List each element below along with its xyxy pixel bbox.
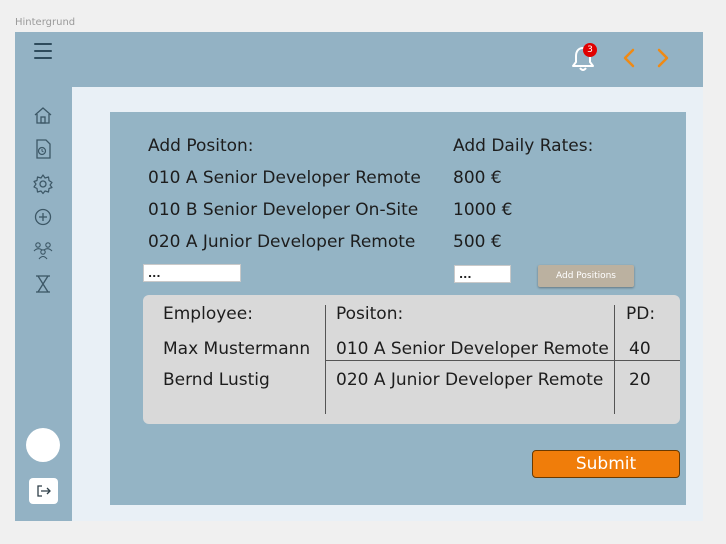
hourglass-icon[interactable] (32, 273, 54, 295)
position-option: 010 B Senior Developer On-Site (148, 200, 419, 220)
settings-icon[interactable] (32, 173, 54, 195)
rate-value: 800 € (453, 168, 502, 188)
add-positions-button[interactable]: Add Positions (538, 265, 634, 287)
position-input[interactable]: ... (143, 264, 241, 282)
header-employee: Employee: (163, 304, 253, 324)
position-option: 010 A Senior Developer Remote (148, 168, 421, 188)
logout-icon[interactable] (29, 478, 58, 504)
back-arrow-icon[interactable] (621, 46, 637, 70)
avatar[interactable] (26, 428, 60, 462)
cell-pd: 40 (629, 339, 651, 359)
top-bar: 3 (15, 32, 703, 87)
forward-arrow-icon[interactable] (655, 46, 671, 70)
position-option: 020 A Junior Developer Remote (148, 232, 416, 252)
menu-icon[interactable] (34, 43, 52, 59)
position-heading: Add Positon: (148, 136, 254, 156)
rate-value: 1000 € (453, 200, 513, 220)
notification-badge: 3 (583, 43, 597, 57)
row-divider (325, 360, 680, 361)
submit-button[interactable]: Submit (532, 450, 680, 478)
rate-value: 500 € (453, 232, 502, 252)
plus-circle-icon[interactable] (32, 206, 54, 228)
rate-input[interactable]: ... (454, 265, 511, 283)
frame-label: Hintergrund (15, 17, 76, 28)
document-icon[interactable] (32, 138, 54, 160)
team-icon[interactable] (32, 238, 54, 260)
cell-position: 010 A Senior Developer Remote (336, 339, 609, 359)
header-position: Positon: (336, 304, 404, 324)
header-pd: PD: (626, 304, 656, 324)
sidebar (15, 87, 72, 521)
cell-employee: Max Mustermann (163, 339, 311, 359)
home-icon[interactable] (32, 104, 54, 126)
cell-pd: 20 (629, 370, 651, 390)
rate-heading: Add Daily Rates: (453, 136, 594, 156)
cell-position: 020 A Junior Developer Remote (336, 370, 604, 390)
cell-employee: Bernd Lustig (163, 370, 270, 390)
